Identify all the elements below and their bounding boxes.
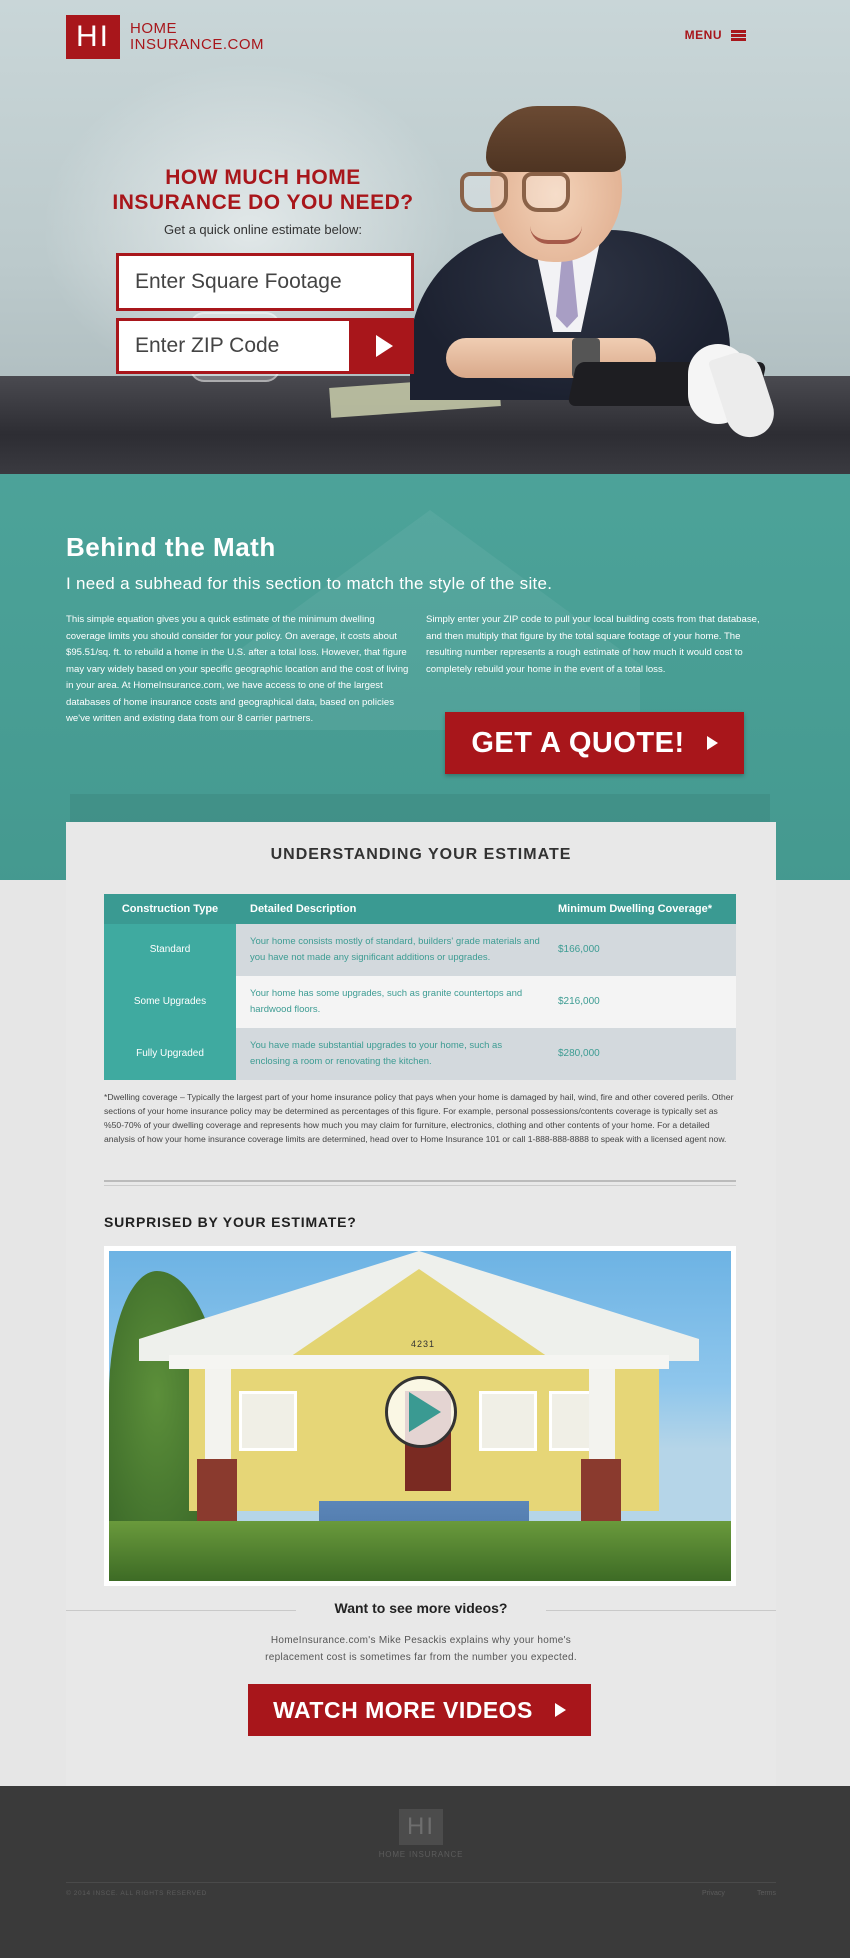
footer-logo-text: HOME INSURANCE [378,1850,464,1859]
coverage-cell: $166,000 [544,924,736,976]
site-logo[interactable]: HI HOME INSURANCE.COM [66,15,264,59]
get-a-quote-button[interactable]: GET A QUOTE! [445,712,744,774]
section-subhead: I need a subhead for this section to mat… [66,574,553,593]
table-header-row: Construction Type Detailed Description M… [104,894,736,924]
construction-type-cell: Fully Upgraded [104,1028,236,1080]
section-divider [104,1180,736,1186]
menu-label: MENU [684,28,722,42]
description-cell: Your home has some upgrades, such as gra… [236,976,544,1028]
column-header: Minimum Dwelling Coverage* [544,894,736,924]
column-header: Detailed Description [236,894,544,924]
footer-links: Privacy Terms [702,1890,776,1897]
more-videos-title: Want to see more videos? [296,1600,546,1616]
more-videos-description: HomeInsurance.com's Mike Pesackis explai… [265,1635,577,1663]
hamburger-icon [731,29,746,41]
site-footer: HI HOME INSURANCE © 2014 INSCE. ALL RIGH… [0,1786,850,1958]
video-heading: SURPRISED BY YOUR ESTIMATE? [104,1214,357,1230]
terms-link[interactable]: Terms [757,1890,776,1897]
arrow-right-icon [706,736,718,750]
hero-title: HOW MUCH HOME INSURANCE DO YOU NEED? [112,166,414,214]
table-row: Standard Your home consists mostly of st… [104,924,736,976]
math-paragraph-right: Simply enter your ZIP code to pull your … [426,614,760,675]
math-paragraph-left: This simple equation gives you a quick e… [66,614,409,724]
zip-code-input[interactable]: Enter ZIP Code [116,318,352,374]
hero-section: HI HOME INSURANCE.COM MENU HOW MUCH HOME… [0,0,850,474]
watch-more-videos-button[interactable]: WATCH MORE VIDEOS [248,1684,591,1736]
logo-wordmark: HOME INSURANCE.COM [130,20,265,53]
description-cell: You have made substantial upgrades to yo… [236,1028,544,1080]
dwelling-coverage-footnote: *Dwelling coverage – Typically the large… [104,1092,734,1144]
footer-logo-mark[interactable]: HI [399,1809,443,1845]
construction-type-cell: Standard [104,924,236,976]
hero-subtitle: Get a quick online estimate below: [164,222,362,237]
video-thumbnail: 4231 [109,1251,731,1581]
estimate-panel: UNDERSTANDING YOUR ESTIMATE Construction… [66,822,776,1828]
construction-type-cell: Some Upgrades [104,976,236,1028]
square-footage-input[interactable]: Enter Square Footage [116,253,414,311]
play-arrow-icon [375,335,393,357]
play-button[interactable] [385,1376,457,1448]
menu-button[interactable]: MENU [685,28,746,42]
table-row: Some Upgrades Your home has some upgrade… [104,976,736,1028]
estimate-table: Construction Type Detailed Description M… [104,894,736,1080]
logo-mark: HI [66,15,120,59]
privacy-link[interactable]: Privacy [702,1890,725,1897]
column-header: Construction Type [104,894,236,924]
play-icon [409,1392,441,1432]
estimate-title: UNDERSTANDING YOUR ESTIMATE [270,846,572,863]
coverage-cell: $216,000 [544,976,736,1028]
behind-the-math-section: Behind the Math I need a subhead for thi… [0,474,850,880]
section-title: Behind the Math [66,532,276,562]
copyright-text: © 2014 INSCE. ALL RIGHTS RESERVED [66,1890,207,1897]
house-number: 4231 [411,1339,436,1349]
arrow-right-icon [554,1703,566,1717]
footer-divider [66,1882,776,1883]
coverage-cell: $280,000 [544,1028,736,1080]
table-row: Fully Upgraded You have made substantial… [104,1028,736,1080]
description-cell: Your home consists mostly of standard, b… [236,924,544,976]
submit-estimate-button[interactable] [350,318,414,374]
video-player[interactable]: 4231 [104,1246,736,1586]
